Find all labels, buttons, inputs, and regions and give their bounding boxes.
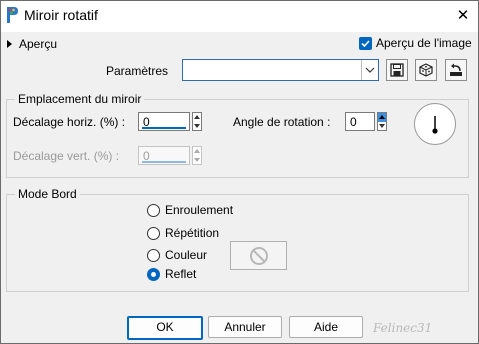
random-button[interactable] [415, 59, 437, 81]
close-icon[interactable]: ✕ [457, 7, 470, 24]
radio-repeat[interactable]: Répétition [147, 226, 219, 240]
spin-down-icon[interactable] [378, 122, 386, 131]
spin-down-icon[interactable] [193, 122, 201, 131]
close-button[interactable]: ✕ [452, 5, 474, 27]
rotation-angle-spinner[interactable]: 0 [345, 112, 409, 133]
cancel-button[interactable]: Annuler [208, 316, 282, 338]
vert-offset-label: Décalage vert. (%) : [13, 149, 120, 163]
image-preview-label[interactable]: Aperçu de l'image [376, 36, 472, 50]
combo-dropdown-button[interactable] [361, 60, 378, 80]
rotation-angle-value[interactable]: 0 [350, 115, 357, 129]
mirror-group-title: Emplacement du miroir [15, 92, 145, 106]
vert-offset-arrows[interactable] [192, 146, 202, 165]
rotation-angle-label: Angle de rotation : [233, 115, 331, 129]
spin-up-icon[interactable] [378, 113, 386, 122]
title-bar: Miroir rotatif ✕ [1, 1, 478, 32]
expand-triangle-icon[interactable] [7, 40, 12, 48]
color-swatch[interactable] [230, 241, 287, 270]
image-preview-checkbox[interactable]: Aperçu de l'image [359, 36, 472, 50]
dial-needle-icon[interactable] [415, 104, 455, 144]
preview-toggle-label[interactable]: Aperçu [19, 37, 57, 51]
radio-color[interactable]: Couleur [147, 248, 207, 262]
save-preset-button[interactable] [386, 59, 408, 81]
dialog-window: Miroir rotatif ✕ Aperçu Aperçu de l'imag… [0, 0, 479, 344]
preview-toggle[interactable]: Aperçu [7, 36, 57, 52]
radio-unselected-icon[interactable] [147, 203, 160, 217]
no-symbol-icon [249, 246, 268, 265]
dice-icon[interactable] [419, 63, 433, 77]
radio-reflect[interactable]: Reflet [147, 267, 196, 281]
radio-repeat-label[interactable]: Répétition [165, 226, 219, 240]
rotation-dial[interactable] [414, 103, 456, 145]
edge-group-title: Mode Bord [15, 187, 80, 201]
radio-unselected-icon[interactable] [147, 248, 160, 262]
mirror-location-group: Emplacement du miroir [6, 92, 469, 178]
spin-up-icon[interactable] [193, 147, 201, 156]
window-title: Miroir rotatif [24, 7, 98, 23]
spin-up-icon[interactable] [193, 113, 201, 122]
horiz-offset-slider[interactable] [142, 127, 186, 129]
signature-watermark: Felinec31 [373, 321, 433, 335]
radio-unselected-icon[interactable] [147, 226, 160, 240]
radio-wrap-label[interactable]: Enroulement [165, 203, 233, 217]
spin-down-icon[interactable] [193, 156, 201, 165]
ok-button[interactable]: OK [127, 316, 203, 340]
vert-offset-slider[interactable] [142, 161, 186, 163]
horiz-offset-arrows[interactable] [192, 112, 202, 131]
checkbox-checked-icon[interactable] [359, 36, 372, 50]
params-combobox[interactable] [182, 59, 379, 81]
help-button[interactable]: Aide [289, 316, 363, 338]
radio-reflect-label[interactable]: Reflet [165, 267, 196, 281]
chevron-down-icon[interactable] [365, 67, 375, 73]
horiz-offset-label: Décalage horiz. (%) : [13, 115, 126, 129]
app-logo-icon [7, 7, 18, 23]
radio-selected-icon[interactable] [147, 267, 160, 281]
save-disk-icon[interactable] [390, 63, 404, 77]
horiz-offset-input[interactable]: 0 [138, 112, 190, 131]
horiz-offset-spinner[interactable]: 0 [138, 112, 202, 133]
vert-offset-input[interactable]: 0 [138, 146, 190, 165]
radio-color-label[interactable]: Couleur [165, 248, 207, 262]
radio-wrap[interactable]: Enroulement [147, 203, 233, 217]
rotation-angle-arrows[interactable] [377, 112, 387, 131]
params-label: Paramètres [106, 64, 169, 78]
rotation-angle-input[interactable]: 0 [345, 112, 375, 131]
vert-offset-spinner[interactable]: 0 [138, 146, 202, 167]
reset-arrow-icon[interactable] [449, 63, 463, 77]
reset-default-button[interactable] [445, 59, 467, 81]
